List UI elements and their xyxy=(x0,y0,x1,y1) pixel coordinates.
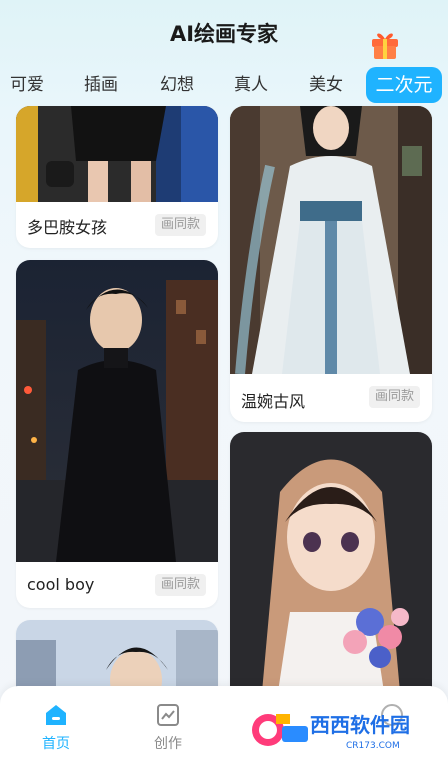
draw-same-button[interactable]: 画同款 xyxy=(154,574,206,596)
card-caption: 多巴胺女孩 xyxy=(27,218,108,237)
tab-beauty[interactable]: 美女 xyxy=(309,67,343,103)
artwork-card[interactable]: 温婉古风 画同款 xyxy=(230,106,432,422)
artwork-card[interactable]: 多巴胺女孩 画同款 xyxy=(16,106,218,248)
tab-illustration[interactable]: 插画 xyxy=(84,67,118,103)
tab-anime[interactable]: 二次元 xyxy=(366,67,442,103)
nav-create[interactable]: 创作 xyxy=(128,686,208,762)
app-header: AI绘画专家 xyxy=(0,0,448,64)
watermark-site: CR173.COM xyxy=(346,741,400,751)
artwork-image xyxy=(16,260,218,562)
draw-same-button[interactable]: 画同款 xyxy=(154,214,206,236)
watermark-logo: 西西软件园 CR173.COM xyxy=(252,713,410,751)
nav-home[interactable]: 首页 xyxy=(16,686,96,762)
nav-home-label: 首页 xyxy=(42,736,70,752)
tab-cute[interactable]: 可爱 xyxy=(10,67,44,103)
card-caption: cool boy xyxy=(27,575,95,594)
gift-icon[interactable] xyxy=(368,27,402,61)
artwork-card[interactable]: cool boy 画同款 xyxy=(16,260,218,608)
tab-realistic[interactable]: 真人 xyxy=(234,67,268,103)
nav-create-label: 创作 xyxy=(154,736,182,752)
chart-create-icon xyxy=(157,704,179,726)
artwork-image xyxy=(16,106,218,202)
artwork-image xyxy=(230,106,432,374)
watermark-brand: 西西软件园 xyxy=(310,713,410,737)
tab-fantasy[interactable]: 幻想 xyxy=(160,67,194,103)
draw-same-button[interactable]: 画同款 xyxy=(368,386,420,408)
card-caption: 温婉古风 xyxy=(241,392,306,411)
category-tabs: 可爱 插画 幻想 真人 美女 二次元 xyxy=(0,67,448,103)
home-icon xyxy=(46,705,66,725)
